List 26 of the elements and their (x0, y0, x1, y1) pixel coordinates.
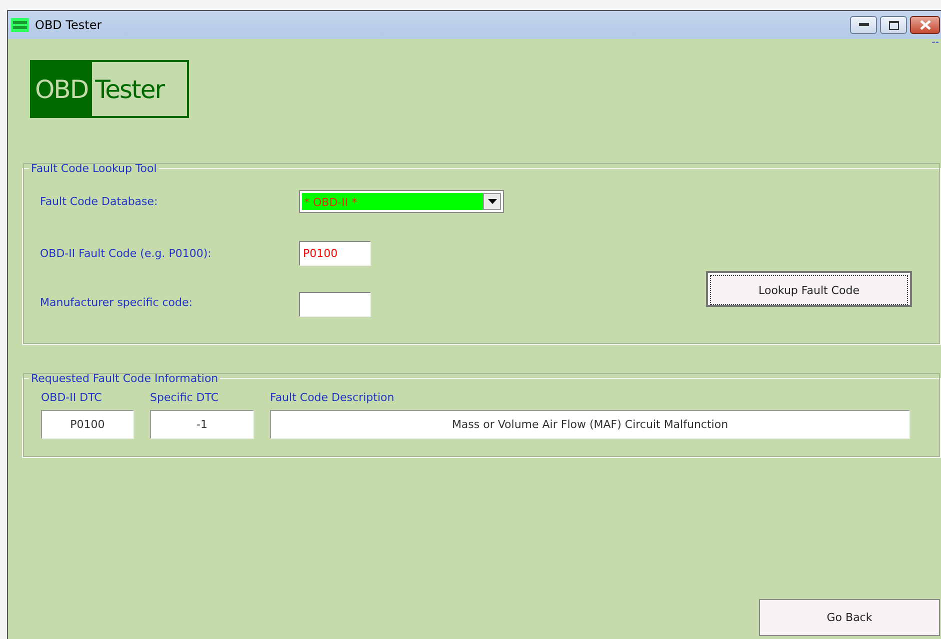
maximize-icon (888, 20, 898, 30)
go-back-button[interactable]: Go Back (759, 599, 940, 636)
close-button[interactable] (910, 16, 940, 34)
column-header: Fault Code Description (270, 391, 396, 404)
group-title: Requested Fault Code Information (30, 372, 220, 385)
output-field: -1 (150, 410, 254, 439)
lookup-button[interactable]: Lookup Fault Code (706, 271, 912, 307)
column-header: OBD-II DTC (41, 391, 103, 404)
output-field: P0100 (41, 410, 134, 439)
minimize-icon (858, 23, 868, 27)
input-field[interactable]: P0100 (299, 241, 371, 266)
logo: OBD Tester (30, 60, 189, 118)
close-icon (920, 20, 930, 30)
dash-mark: -- (932, 39, 939, 47)
field-label: OBD-II Fault Code (e.g. P0100): (40, 247, 212, 260)
app-icon (11, 18, 29, 32)
input-field[interactable] (299, 292, 371, 317)
caret-icon (488, 199, 496, 204)
maximize-button[interactable] (880, 16, 907, 34)
window-title: OBD Tester (35, 18, 102, 32)
field-label: Fault Code Database: (40, 195, 159, 208)
minimize-button[interactable] (850, 16, 877, 34)
column-header: Specific DTC (150, 391, 220, 404)
field-label: Manufacturer specific code: (40, 296, 194, 309)
group-title: Fault Code Lookup Tool (30, 162, 158, 175)
output-field: Mass or Volume Air Flow (MAF) Circuit Malfunction (270, 410, 910, 439)
